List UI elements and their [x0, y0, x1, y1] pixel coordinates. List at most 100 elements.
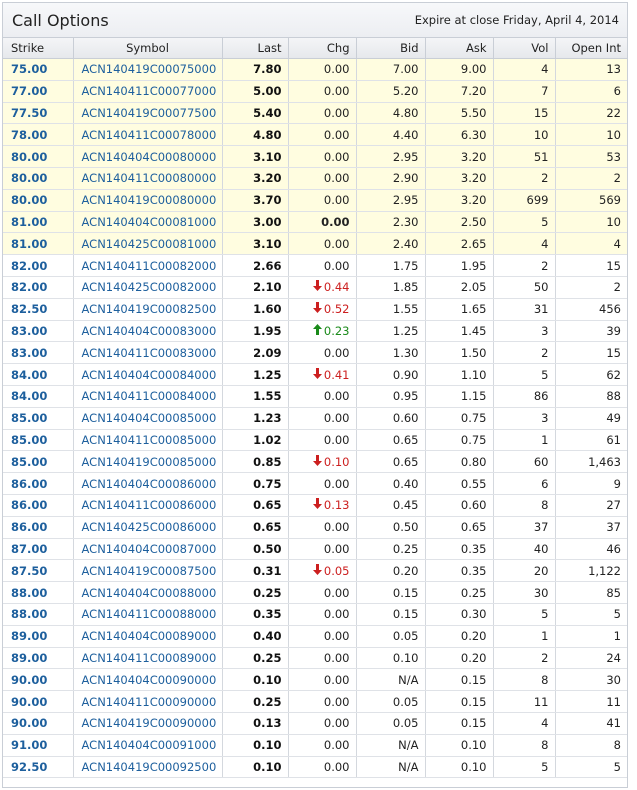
strike-link-value[interactable]: 77.00 [11, 84, 47, 98]
strike-link-value[interactable]: 92.50 [11, 760, 47, 774]
symbol-link[interactable]: ACN140425C00081000 [73, 232, 223, 256]
column-header-strike[interactable]: Strike [3, 38, 74, 59]
symbol-link[interactable]: ACN140411C00078000 [73, 123, 223, 147]
symbol-link-value[interactable]: ACN140404C00086000 [82, 477, 217, 491]
symbol-link[interactable]: ACN140419C00090000 [73, 712, 223, 735]
symbol-link[interactable]: ACN140411C00084000 [73, 385, 223, 408]
symbol-link-value[interactable]: ACN140425C00081000 [82, 237, 217, 251]
symbol-link-value[interactable]: ACN140419C00092500 [82, 760, 217, 774]
symbol-link[interactable]: ACN140419C00082500 [73, 298, 223, 321]
symbol-link[interactable]: ACN140404C00081000 [73, 211, 223, 234]
symbol-link[interactable]: ACN140411C00088000 [73, 603, 223, 626]
strike-link[interactable]: 83.00 [3, 320, 74, 343]
strike-link-value[interactable]: 82.00 [11, 280, 47, 294]
strike-link[interactable]: 91.00 [3, 734, 74, 757]
symbol-link-value[interactable]: ACN140411C00089000 [82, 651, 217, 665]
symbol-link[interactable]: ACN140404C00089000 [73, 625, 223, 648]
strike-link-value[interactable]: 80.00 [11, 150, 47, 164]
strike-link-value[interactable]: 88.00 [11, 607, 47, 621]
symbol-link[interactable]: ACN140404C00086000 [73, 472, 223, 495]
symbol-link-value[interactable]: ACN140419C00080000 [82, 193, 217, 207]
strike-link[interactable]: 88.00 [3, 603, 74, 626]
strike-link-value[interactable]: 84.00 [11, 368, 47, 382]
symbol-link[interactable]: ACN140411C00086000 [73, 494, 223, 517]
strike-link-value[interactable]: 81.00 [11, 215, 47, 229]
strike-link[interactable]: 82.00 [3, 254, 74, 277]
strike-link-value[interactable]: 83.00 [11, 346, 47, 360]
symbol-link[interactable]: ACN140419C00085000 [73, 450, 223, 474]
strike-link[interactable]: 84.00 [3, 385, 74, 408]
strike-link-value[interactable]: 81.00 [11, 237, 47, 251]
column-header-chg[interactable]: Chg [288, 38, 357, 59]
strike-link[interactable]: 84.00 [3, 363, 74, 386]
symbol-link-value[interactable]: ACN140419C00090000 [82, 716, 217, 730]
symbol-link[interactable]: ACN140411C00083000 [73, 341, 223, 365]
strike-link-value[interactable]: 75.00 [11, 62, 47, 76]
strike-link-value[interactable]: 85.00 [11, 411, 47, 425]
strike-link-value[interactable]: 85.00 [11, 433, 47, 447]
strike-link[interactable]: 85.00 [3, 429, 74, 452]
symbol-link-value[interactable]: ACN140404C00090000 [82, 673, 217, 687]
symbol-link[interactable]: ACN140404C00090000 [73, 668, 223, 692]
strike-link-value[interactable]: 84.00 [11, 389, 47, 403]
symbol-link-value[interactable]: ACN140419C00085000 [82, 455, 217, 469]
strike-link[interactable]: 86.00 [3, 516, 74, 539]
strike-link[interactable]: 90.00 [3, 712, 74, 735]
column-header-open-int[interactable]: Open Int [555, 38, 627, 59]
symbol-link-value[interactable]: ACN140404C00081000 [82, 215, 217, 229]
symbol-link-value[interactable]: ACN140411C00078000 [82, 128, 217, 142]
strike-link[interactable]: 87.00 [3, 538, 74, 561]
strike-link-value[interactable]: 88.00 [11, 586, 47, 600]
strike-link-value[interactable]: 87.00 [11, 542, 47, 556]
strike-link[interactable]: 75.00 [3, 58, 74, 81]
strike-link-value[interactable]: 80.00 [11, 193, 47, 207]
symbol-link[interactable]: ACN140419C00092500 [73, 756, 223, 779]
strike-link[interactable]: 80.00 [3, 145, 74, 168]
strike-link[interactable]: 78.00 [3, 123, 74, 147]
symbol-link[interactable]: ACN140411C00080000 [73, 167, 223, 190]
symbol-link-value[interactable]: ACN140411C00077000 [82, 84, 217, 98]
strike-link[interactable]: 92.50 [3, 756, 74, 779]
strike-link[interactable]: 83.00 [3, 341, 74, 365]
symbol-link-value[interactable]: ACN140404C00089000 [82, 629, 217, 643]
symbol-link[interactable]: ACN140419C00080000 [73, 189, 223, 212]
strike-link[interactable]: 82.50 [3, 298, 74, 321]
strike-link-value[interactable]: 87.50 [11, 564, 47, 578]
strike-link[interactable]: 90.00 [3, 690, 74, 713]
symbol-link-value[interactable]: ACN140411C00083000 [82, 346, 217, 360]
column-header-last[interactable]: Last [222, 38, 289, 59]
symbol-link[interactable]: ACN140411C00082000 [73, 254, 223, 277]
strike-link[interactable]: 80.00 [3, 167, 74, 190]
symbol-link-value[interactable]: ACN140411C00080000 [82, 171, 217, 185]
symbol-link-value[interactable]: ACN140404C00080000 [82, 150, 217, 164]
symbol-link[interactable]: ACN140404C00085000 [73, 407, 223, 430]
symbol-link[interactable]: ACN140404C00083000 [73, 320, 223, 343]
strike-link-value[interactable]: 85.00 [11, 455, 47, 469]
symbol-link-value[interactable]: ACN140425C00086000 [82, 520, 217, 534]
symbol-link[interactable]: ACN140404C00087000 [73, 538, 223, 561]
symbol-link-value[interactable]: ACN140404C00084000 [82, 368, 217, 382]
symbol-link-value[interactable]: ACN140411C00082000 [82, 259, 217, 273]
column-header-ask[interactable]: Ask [425, 38, 494, 59]
strike-link-value[interactable]: 83.00 [11, 324, 47, 338]
symbol-link-value[interactable]: ACN140404C00085000 [82, 411, 217, 425]
strike-link[interactable]: 82.00 [3, 276, 74, 299]
strike-link[interactable]: 77.00 [3, 80, 74, 103]
strike-link[interactable]: 87.50 [3, 559, 74, 583]
strike-link[interactable]: 81.00 [3, 211, 74, 234]
symbol-link[interactable]: ACN140425C00086000 [73, 516, 223, 539]
symbol-link-value[interactable]: ACN140404C00091000 [82, 738, 217, 752]
symbol-link[interactable]: ACN140404C00091000 [73, 734, 223, 757]
strike-link[interactable]: 89.00 [3, 647, 74, 670]
column-header-vol[interactable]: Vol [493, 38, 556, 59]
symbol-link-value[interactable]: ACN140425C00082000 [82, 280, 217, 294]
strike-link-value[interactable]: 90.00 [11, 695, 47, 709]
symbol-link[interactable]: ACN140419C00075000 [73, 58, 223, 81]
symbol-link-value[interactable]: ACN140419C00087500 [82, 564, 217, 578]
strike-link-value[interactable]: 82.50 [11, 302, 47, 316]
strike-link-value[interactable]: 86.00 [11, 498, 47, 512]
strike-link-value[interactable]: 77.50 [11, 106, 47, 120]
symbol-link[interactable]: ACN140425C00082000 [73, 276, 223, 299]
symbol-link-value[interactable]: ACN140411C00084000 [82, 389, 217, 403]
symbol-link-value[interactable]: ACN140404C00088000 [82, 586, 217, 600]
